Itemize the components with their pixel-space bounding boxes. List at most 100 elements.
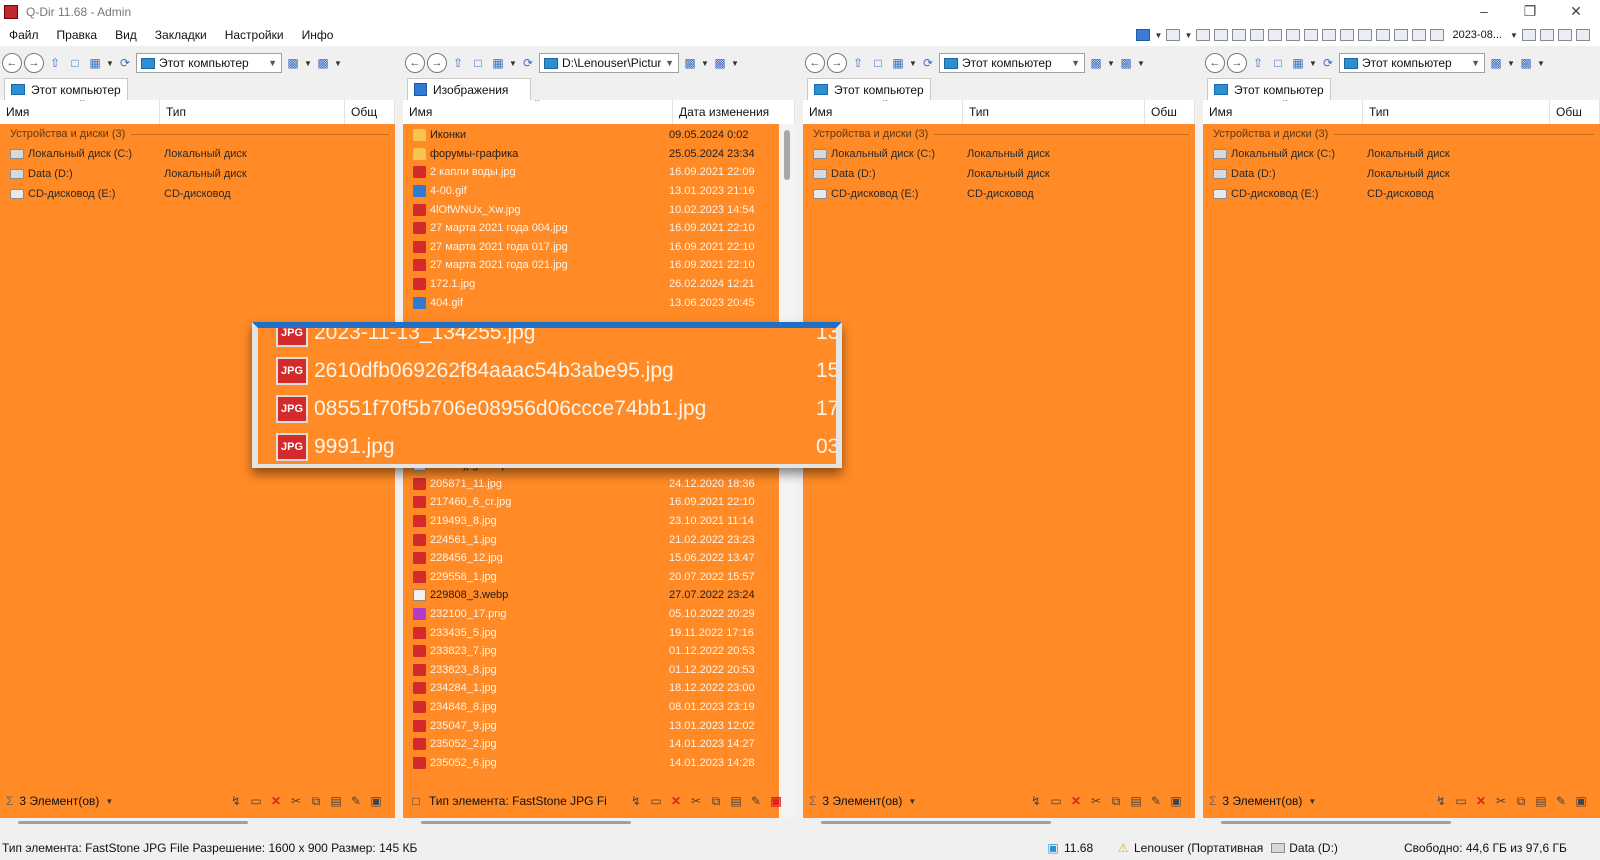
properties-icon[interactable]: ▣ [1169, 794, 1183, 808]
paste-icon[interactable]: ▤ [729, 794, 743, 808]
refresh-icon[interactable]: ⟳ [1319, 54, 1337, 72]
list-item[interactable]: 233823_7.jpg 01.12.2022 20:53 [403, 642, 795, 661]
column-2[interactable]: Обш [1145, 100, 1195, 124]
list-item[interactable]: Data (D:) Локальный диск [1203, 164, 1600, 184]
edit-icon[interactable]: ✎ [349, 794, 363, 808]
list-item[interactable]: Локальный диск (C:) Локальный диск [1203, 144, 1600, 164]
view-mode-icon[interactable]: ▦ [1289, 54, 1307, 72]
scroll-thumb[interactable] [821, 821, 1051, 824]
menu-info[interactable]: Инфо [293, 28, 343, 42]
rename-icon[interactable]: ▭ [249, 794, 263, 808]
menu-view[interactable]: Вид [106, 28, 146, 42]
view-2-icon[interactable] [1214, 29, 1229, 41]
monitor-2-icon[interactable]: ▩ [711, 54, 729, 72]
list-item[interactable]: 229808_3.webp 27.07.2022 23:24 [403, 586, 795, 605]
chevron-down-icon[interactable]: ▼ [1154, 31, 1162, 40]
view-8-icon[interactable] [1322, 29, 1337, 41]
chevron-down-icon[interactable]: ▼ [1309, 59, 1317, 68]
edit-icon[interactable]: ✎ [1554, 794, 1568, 808]
horizontal-scrollbar[interactable] [0, 818, 395, 828]
chevron-down-icon[interactable]: ▼ [1471, 58, 1480, 68]
list-item[interactable]: форумы-графика 25.05.2024 23:34 [403, 145, 795, 164]
scroll-thumb[interactable] [784, 130, 790, 180]
view-mode-icon[interactable]: ▦ [889, 54, 907, 72]
cut-icon[interactable]: ✂ [289, 794, 303, 808]
list-item[interactable]: 228456_12.jpg 15.06.2022 13:47 [403, 549, 795, 568]
chevron-down-icon[interactable]: ▼ [731, 59, 739, 68]
list-item[interactable]: 235052_6.jpg 14.01.2023 14:28 [403, 754, 795, 773]
back-icon[interactable]: ← [1205, 53, 1225, 73]
chevron-down-icon[interactable]: ▼ [1507, 59, 1515, 68]
close-window-button[interactable]: ✕ [1554, 0, 1598, 22]
monitor-2-icon[interactable]: ▩ [1117, 54, 1135, 72]
view-9-icon[interactable] [1340, 29, 1355, 41]
chevron-down-icon[interactable]: ▼ [1308, 797, 1316, 806]
list-item[interactable]: 4-00.gif 13.01.2023 21:16 [403, 182, 795, 201]
view-3-icon[interactable] [1232, 29, 1247, 41]
chevron-down-icon[interactable]: ▼ [334, 59, 342, 68]
view-11-icon[interactable] [1376, 29, 1391, 41]
scroll-thumb[interactable] [421, 821, 631, 824]
list-item[interactable]: 217460_6_cr.jpg 16.09.2021 22:10 [403, 493, 795, 512]
tools-icon[interactable] [1558, 29, 1572, 41]
list-item[interactable]: 233823_8.jpg 01.12.2022 20:53 [403, 661, 795, 680]
forward-icon[interactable]: → [427, 53, 447, 73]
paste-icon[interactable]: ▤ [329, 794, 343, 808]
chevron-down-icon[interactable]: ▼ [1510, 31, 1518, 40]
back-icon[interactable]: ← [405, 53, 425, 73]
chevron-down-icon[interactable]: ▼ [665, 58, 674, 68]
forward-icon[interactable]: → [24, 53, 44, 73]
list-item[interactable]: Data (D:) Локальный диск [803, 164, 1195, 184]
extra-3-icon[interactable] [1576, 29, 1590, 41]
list-item[interactable]: CD-дисковод (E:) CD-дисковод [0, 184, 395, 204]
list-item[interactable]: 27 марта 2021 года 021.jpg 16.09.2021 22:… [403, 256, 795, 275]
properties-icon[interactable]: ▣ [369, 794, 383, 808]
chevron-down-icon[interactable]: ▼ [701, 59, 709, 68]
view-6-icon[interactable] [1286, 29, 1301, 41]
refresh-icon[interactable]: ⟳ [519, 54, 537, 72]
list-item[interactable]: Иконки 09.05.2024 0:02 [403, 126, 795, 145]
horizontal-scrollbar[interactable] [1203, 818, 1600, 828]
list-item[interactable]: 172.1.jpg 26.02.2024 12:21 [403, 275, 795, 294]
copy-icon[interactable]: ⧉ [309, 794, 323, 808]
menu-settings[interactable]: Настройки [216, 28, 293, 42]
column-0[interactable]: Имя [403, 100, 673, 124]
delete-icon[interactable]: ✕ [669, 794, 683, 808]
chevron-down-icon[interactable]: ▼ [304, 59, 312, 68]
address-bar[interactable]: Этот компьютер ▼ [1339, 53, 1485, 73]
chevron-down-icon[interactable]: ▼ [908, 797, 916, 806]
list-item[interactable]: 27 марта 2021 года 017.jpg 16.09.2021 22:… [403, 238, 795, 257]
tab-this-pc[interactable]: Этот компьютер [1207, 78, 1331, 100]
list-item[interactable]: 234284_1.jpg 18.12.2022 23:00 [403, 679, 795, 698]
view-13-icon[interactable] [1412, 29, 1427, 41]
monitor-2-icon[interactable]: ▩ [1517, 54, 1535, 72]
list-item[interactable]: 219493_8.jpg 23.10.2021 11:14 [403, 512, 795, 531]
delete-icon[interactable]: ✕ [1069, 794, 1083, 808]
chevron-down-icon[interactable]: ▼ [1137, 59, 1145, 68]
restore-button[interactable]: ❐ [1508, 0, 1552, 22]
edit-icon[interactable]: ✎ [1149, 794, 1163, 808]
view-mode-icon[interactable]: ▦ [86, 54, 104, 72]
up-folder-icon[interactable]: ⇧ [1249, 54, 1267, 72]
list-item[interactable]: 224561_1.jpg 21.02.2022 23:23 [403, 530, 795, 549]
view-12-icon[interactable] [1394, 29, 1409, 41]
refresh-icon[interactable]: ⟳ [116, 54, 134, 72]
copy-icon[interactable]: ⧉ [1109, 794, 1123, 808]
tab-this-pc[interactable]: Этот компьютер [4, 78, 128, 100]
group-header[interactable]: Устройства и диски (3) [0, 124, 395, 144]
cut-icon[interactable]: ✂ [1494, 794, 1508, 808]
list-item[interactable]: Data (D:) Локальный диск [0, 164, 395, 184]
copy-icon[interactable]: ⧉ [709, 794, 723, 808]
column-0[interactable]: Имя [1203, 100, 1363, 124]
list-item[interactable]: 235047_9.jpg 13.01.2023 12:02 [403, 716, 795, 735]
minimize-button[interactable]: – [1462, 0, 1506, 22]
flash-icon[interactable]: ↯ [229, 794, 243, 808]
group-header[interactable]: Устройства и диски (3) [1203, 124, 1600, 144]
address-bar[interactable]: Этот компьютер ▼ [939, 53, 1085, 73]
date-button[interactable]: 2023-08... [1452, 29, 1502, 41]
column-0[interactable]: Имя [0, 100, 160, 124]
monitor-icon[interactable]: ▩ [1087, 54, 1105, 72]
column-1[interactable]: Тип [963, 100, 1145, 124]
properties-icon[interactable]: ▣ [769, 794, 783, 808]
list-item[interactable]: 2 капли воды.jpg 16.09.2021 22:09 [403, 163, 795, 182]
